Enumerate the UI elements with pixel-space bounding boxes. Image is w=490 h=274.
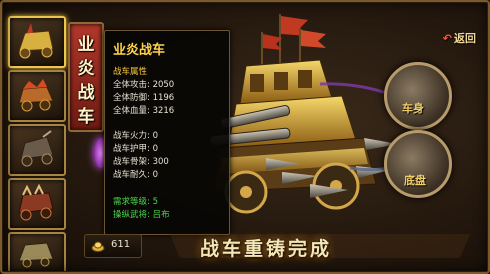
tooltip-row: 全体血量: 3216 — [113, 106, 175, 116]
tooltip-row: 全体防御: 1196 — [113, 93, 175, 103]
tooltip-title: 业炎战车 — [113, 43, 166, 58]
siege-chariot-icon — [18, 242, 54, 268]
tab-char-1: 业 — [77, 35, 95, 55]
chariot-slot-1[interactable] — [8, 16, 66, 68]
tooltip-row: 战车骨架: 300 — [113, 157, 169, 167]
banner-text: 战车重铸完成 — [200, 238, 333, 260]
tooltip-row: 战车火力: 0 — [113, 131, 158, 141]
iron-chariot-icon — [20, 130, 54, 167]
chariot-name-tab[interactable]: 业 炎 战 车 — [68, 22, 104, 132]
gold-amount: 611 — [111, 239, 131, 250]
part-chassis-label: 底盘 — [404, 174, 426, 187]
return-label: 返回 — [454, 32, 476, 45]
return-arrow-icon: ↶ — [442, 32, 452, 45]
status-banner: 战车重铸完成 — [160, 228, 480, 264]
tooltip-row: 战车护甲: 0 — [113, 144, 158, 154]
tooltip-row: 战车耐久: 0 — [113, 170, 158, 180]
spiked-chariot-icon — [18, 183, 54, 221]
part-body-icon[interactable] — [384, 62, 452, 130]
chariot-slot-2[interactable] — [8, 70, 66, 122]
fire-chariot-icon — [18, 79, 54, 112]
chariot-screen: 车身 底盘 ↶ 返回 业 炎 战 车 业炎战车 战车属性 全体攻击: 2050 … — [0, 0, 490, 274]
part-body-label: 车身 — [402, 102, 424, 115]
chariot-slot-4[interactable] — [8, 178, 66, 230]
return-button[interactable]: ↶ 返回 — [436, 30, 476, 50]
tab-char-3: 战 — [77, 83, 95, 103]
tooltip-row: 全体攻击: 2050 — [113, 80, 175, 90]
tab-char-2: 炎 — [77, 59, 95, 79]
chariot-slot-5[interactable] — [8, 232, 66, 274]
gold-ingot-icon — [91, 241, 105, 252]
chariot-stats-tooltip: 业炎战车 战车属性 全体攻击: 2050 全体防御: 1196 全体血量: 32… — [104, 30, 230, 235]
tab-char-4: 车 — [77, 107, 95, 127]
chariot-slot-3[interactable] — [8, 124, 66, 176]
golden-chariot-icon — [18, 23, 54, 59]
tooltip-row: 操纵武将: 吕布 — [113, 210, 170, 220]
tooltip-row: 需求等级: 5 — [113, 197, 158, 207]
tooltip-row: 战车属性 — [113, 67, 148, 77]
gold-counter: 611 — [84, 234, 142, 258]
